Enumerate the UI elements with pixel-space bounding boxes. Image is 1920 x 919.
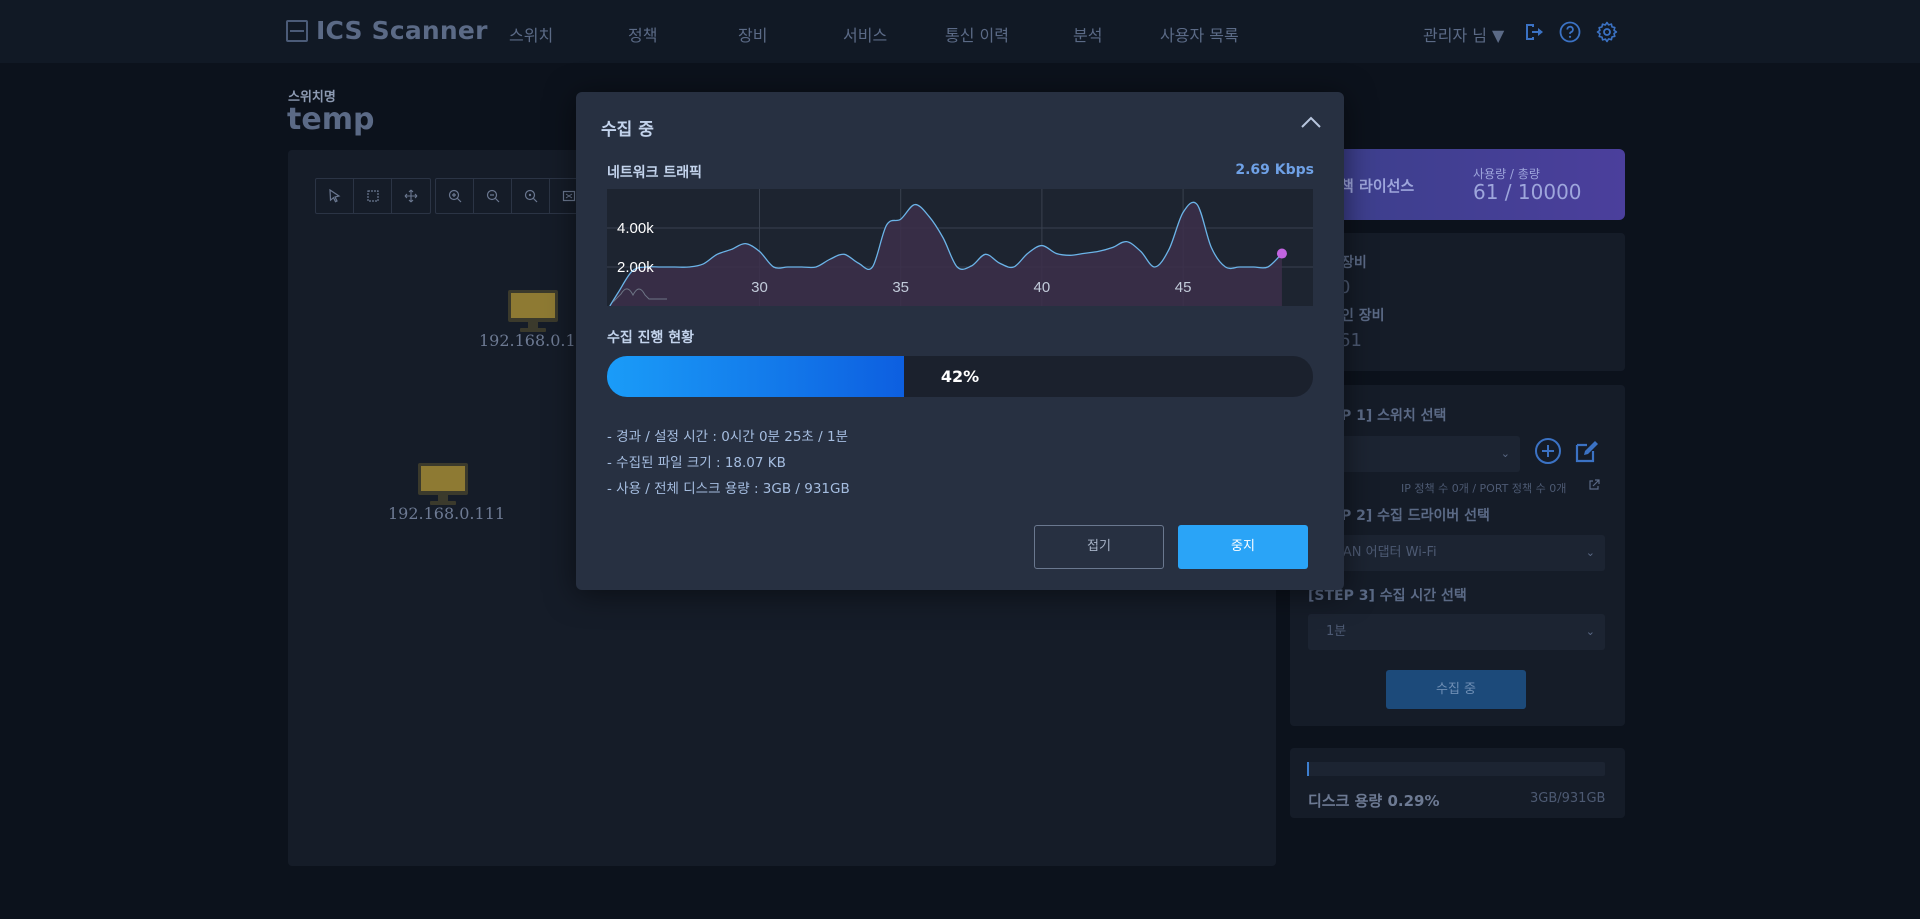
device-label: 192.168.0.111 [388, 504, 506, 523]
top-navigation-bar: ICS Scanner 스위치 정책 장비 서비스 통신 이력 분석 사용자 목… [0, 0, 1920, 63]
pointer-tool-button[interactable] [316, 179, 354, 213]
pan-tool-button[interactable] [392, 179, 430, 213]
device-count-label: 장비 [1341, 255, 1367, 271]
collect-button[interactable]: 수집 중 [1386, 670, 1526, 709]
chevron-up-icon[interactable] [1296, 110, 1326, 134]
zoom-reset-icon [524, 189, 537, 203]
chevron-down-icon: ⌄ [1585, 546, 1595, 559]
modal-title: 수집 중 [601, 120, 654, 140]
rect-select-button[interactable] [354, 179, 392, 213]
elapsed-time-info: - 경과 / 설정 시간 : 0시간 0분 25초 / 1분 [607, 429, 848, 445]
driver-select[interactable]: ! LAN 어댑터 Wi-Fi ⌄ [1308, 535, 1605, 571]
scanner-logo-icon [286, 19, 308, 42]
collection-time-select[interactable]: 1분 ⌄ [1308, 614, 1605, 650]
logout-icon[interactable] [1522, 21, 1544, 43]
zoom-out-icon [486, 189, 499, 203]
traffic-chart: 4.00k 2.00k 30 35 40 45 [607, 189, 1313, 306]
user-menu[interactable]: 관리자 님 ▼ [1423, 22, 1504, 46]
rect-select-icon [366, 190, 379, 202]
nav-item-traffic-history[interactable]: 통신 이력 [945, 22, 1009, 46]
nav-item-analysis[interactable]: 분석 [1073, 22, 1102, 46]
pointer-icon [328, 189, 340, 203]
stop-button[interactable]: 중지 [1178, 525, 1308, 569]
file-size-info: - 수집된 파일 크기 : 18.07 KB [607, 455, 786, 471]
y-tick-label: 4.00k [617, 220, 654, 237]
y-tick-label: 2.00k [617, 259, 654, 276]
step1-label: P 1] 스위치 선택 [1341, 408, 1447, 424]
policy-count-text: IP 정책 수 0개 / PORT 정책 수 0개 [1401, 482, 1567, 495]
external-link-icon[interactable] [1588, 479, 1600, 491]
nav-item-switch[interactable]: 스위치 [509, 22, 553, 46]
canvas-toolbar [315, 178, 589, 214]
move-icon [404, 189, 418, 203]
nav-item-user-list[interactable]: 사용자 목록 [1160, 22, 1239, 46]
add-switch-icon[interactable] [1534, 437, 1562, 465]
zoom-tool-group [435, 178, 589, 214]
traffic-value: 2.69 Kbps [1235, 162, 1314, 178]
license-title: 책 라이선스 [1340, 177, 1415, 195]
disk-capacity-info: - 사용 / 전체 디스크 용량 : 3GB / 931GB [607, 481, 850, 497]
fold-button[interactable]: 접기 [1034, 525, 1164, 569]
traffic-chart-svg: 4.00k 2.00k 30 35 40 45 [607, 189, 1313, 306]
collection-modal: 수집 중 네트워크 트래픽 2.69 Kbps 4.00k 2.00k 30 35 40… [576, 92, 1344, 590]
step2-label: P 2] 수집 드라이버 선택 [1341, 508, 1490, 524]
x-tick-label: 45 [1175, 279, 1192, 296]
chevron-down-icon: ⌄ [1585, 625, 1595, 638]
progress-bar: 42% [607, 356, 1313, 397]
disk-usage-fill [1307, 762, 1309, 776]
pc-device-icon[interactable] [506, 289, 560, 333]
disk-usage-bar [1307, 762, 1605, 776]
progress-label: 수집 진행 현황 [607, 330, 695, 346]
zoom-in-button[interactable] [436, 179, 474, 213]
current-value-marker [1276, 248, 1287, 259]
selection-tool-group [315, 178, 431, 214]
help-icon[interactable] [1559, 21, 1581, 43]
nav-item-service[interactable]: 서비스 [843, 22, 887, 46]
traffic-label: 네트워크 트래픽 [607, 165, 703, 181]
pc-device-icon[interactable] [416, 462, 470, 506]
nav-item-policy[interactable]: 정책 [628, 22, 657, 46]
app-title: ICS Scanner [316, 16, 488, 45]
registered-device-label: 인 장비 [1341, 308, 1385, 324]
collection-time-value: 1분 [1326, 624, 1347, 639]
x-tick-label: 35 [892, 279, 909, 296]
disk-usage-label: 디스크 용량 0.29% [1308, 792, 1440, 810]
x-tick-label: 40 [1034, 279, 1051, 296]
zoom-out-button[interactable] [474, 179, 512, 213]
chevron-down-icon: ⌄ [1500, 447, 1510, 460]
settings-icon[interactable] [1596, 21, 1618, 43]
license-usage-value: 61 / 10000 [1473, 180, 1582, 204]
device-label: 192.168.0.12 [479, 331, 586, 350]
progress-text: 42% [940, 367, 980, 386]
edit-switch-icon[interactable] [1573, 437, 1601, 465]
page-title: temp [287, 102, 375, 137]
app-logo[interactable]: ICS Scanner [286, 16, 488, 45]
fit-view-icon [562, 190, 576, 202]
zoom-reset-button[interactable] [512, 179, 550, 213]
nav-item-device[interactable]: 장비 [738, 22, 767, 46]
x-tick-label: 30 [751, 279, 768, 296]
zoom-in-icon [448, 189, 461, 203]
disk-usage-value: 3GB/931GB [1530, 791, 1606, 806]
